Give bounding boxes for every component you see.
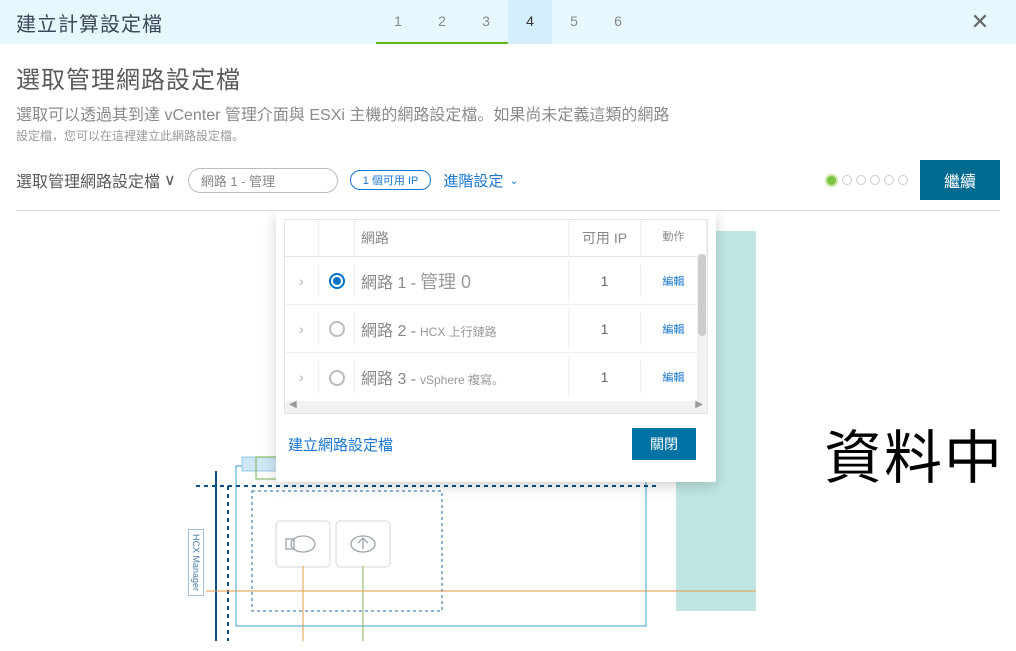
close-icon[interactable]: ✕ [960,9,1000,35]
selector-row: 選取管理網路設定檔 ∨ 網路 1 - 管理 1 個可用 IP 進階設定 ⌄ 繼續 [16,160,1000,200]
progress-dot-6 [898,175,908,185]
table-row[interactable]: › 網路 2 - HCX 上行鏈路 1 編輯 [285,305,707,353]
network-radio[interactable] [329,370,345,386]
close-button[interactable]: 關閉 [632,428,696,460]
expand-icon[interactable]: › [299,321,304,337]
progress-dot-3 [856,175,866,185]
continue-button[interactable]: 繼續 [920,160,1000,200]
col-select [319,220,355,256]
selector-label: 選取管理網路設定檔 ∨ [16,168,176,192]
chevron-down-icon: ⌄ [509,174,518,187]
page-title: 選取管理網路設定檔 [16,60,1000,95]
datacenter-label: 資料中 [824,411,1000,495]
advanced-settings-link[interactable]: 進階設定 ⌄ [443,170,518,191]
progress-dot-1 [825,174,838,187]
horizontal-scrollbar[interactable] [285,401,707,413]
table-header: 網路 可用 IP 動作 [285,220,707,257]
step-2[interactable]: 2 [420,0,464,44]
network-ip: 1 [569,265,641,297]
progress-dot-5 [884,175,894,185]
selector-label-text: 選取管理網路設定檔 [16,168,160,192]
step-3[interactable]: 3 [464,0,508,44]
diagram-canvas: HCX Manager 資料中 網路 可用 IP 動作 › [16,211,1000,651]
expand-icon[interactable]: › [299,369,304,385]
progress-dot-4 [870,175,880,185]
chevron-down-icon[interactable]: ∨ [164,170,176,190]
step-1[interactable]: 1 [376,0,420,44]
network-sub: HCX 上行鏈路 [420,325,497,339]
network-sub: vSphere 複寫。 [420,373,504,387]
edit-link[interactable]: 編輯 [663,276,685,288]
network-name: 網路 3 - [361,371,416,388]
network-name: 網路 1 - [361,275,416,292]
wizard-content: 選取管理網路設定檔 選取可以透過其到達 vCenter 管理介面與 ESXi 主… [0,44,1016,651]
network-name: 網路 2 - [361,323,416,340]
vertical-scrollbar[interactable] [697,254,707,403]
network-profile-dropdown[interactable]: 網路 1 - 管理 [188,168,338,193]
table-row[interactable]: › 網路 3 - vSphere 複寫。 1 編輯 [285,353,707,401]
edit-link[interactable]: 編輯 [663,372,685,384]
col-ip: 可用 IP [569,220,641,256]
network-sub: 管理 0 [420,272,471,292]
page-desc-1: 選取可以透過其到達 vCenter 管理介面與 ESXi 主機的網路設定檔。如果… [16,101,1000,125]
wizard-steps: 1 2 3 4 5 6 [376,0,640,44]
page-desc-2: 設定檔，您可以在這裡建立此網路設定檔。 [16,127,1000,144]
create-network-profile-link[interactable]: 建立網路設定檔 [288,434,393,455]
network-radio[interactable] [329,321,345,337]
step-6[interactable]: 6 [596,0,640,44]
network-ip: 1 [569,361,641,393]
wizard-title: 建立計算設定檔 [16,8,163,37]
advanced-settings-text: 進階設定 [443,170,503,191]
col-action: 動作 [641,220,707,256]
progress-dots [825,174,908,187]
network-radio[interactable] [329,273,345,289]
step-4[interactable]: 4 [508,0,552,44]
popover-footer: 建立網路設定檔 關閉 [284,414,708,474]
col-expand [285,220,319,256]
wizard-header: 建立計算設定檔 1 2 3 4 5 6 ✕ [0,0,1016,44]
network-ip: 1 [569,313,641,345]
network-select-popover: 網路 可用 IP 動作 › 網路 1 - 管理 0 1 編輯 [276,211,716,482]
available-ip-badge: 1 個可用 IP [350,170,432,190]
edit-link[interactable]: 編輯 [663,324,685,336]
table-row[interactable]: › 網路 1 - 管理 0 1 編輯 [285,257,707,305]
progress-dot-2 [842,175,852,185]
expand-icon[interactable]: › [299,273,304,289]
network-table: 網路 可用 IP 動作 › 網路 1 - 管理 0 1 編輯 [284,219,708,414]
col-network: 網路 [355,220,569,256]
hcx-manager-label: HCX Manager [188,529,204,596]
step-5[interactable]: 5 [552,0,596,44]
